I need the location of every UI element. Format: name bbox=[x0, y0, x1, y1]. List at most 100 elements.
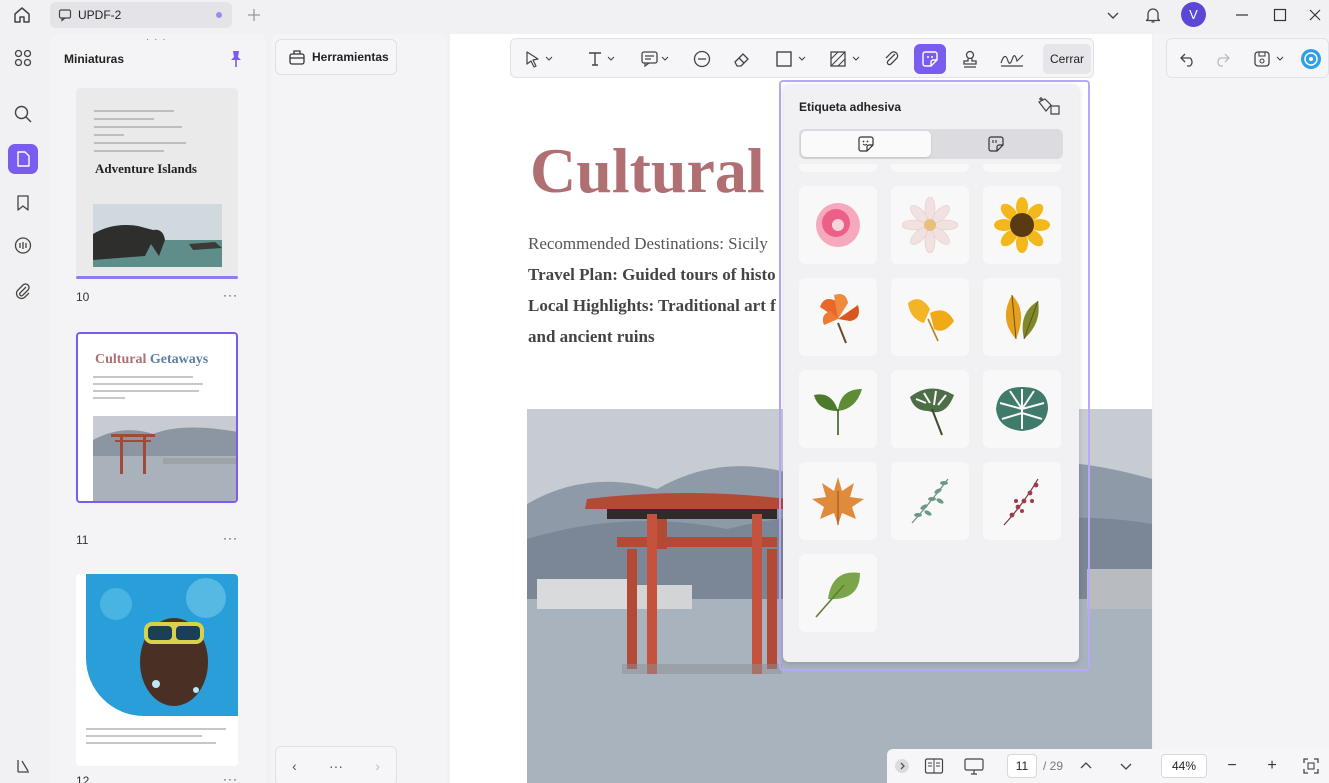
thumbnail-more-button[interactable]: ··· bbox=[223, 288, 238, 302]
signature-tool[interactable] bbox=[997, 44, 1027, 74]
thumbnail-page-number: 10 bbox=[76, 290, 90, 304]
text-tool[interactable] bbox=[581, 44, 621, 74]
sticker-partial[interactable] bbox=[891, 164, 969, 172]
zoom-out-button[interactable]: − bbox=[1221, 753, 1243, 779]
bookmarks-button[interactable] bbox=[8, 188, 38, 218]
add-sticker-button[interactable] bbox=[1037, 96, 1061, 116]
sticker-monstera-leaf[interactable] bbox=[891, 370, 969, 448]
apps-button[interactable] bbox=[8, 43, 38, 73]
tab-sticker-notes[interactable] bbox=[931, 131, 1061, 157]
tools-button[interactable]: Herramientas bbox=[275, 39, 397, 75]
thumbnails-button[interactable] bbox=[8, 144, 38, 174]
unsaved-dot bbox=[216, 12, 222, 18]
chevron-down-icon bbox=[1120, 763, 1132, 770]
sticker-green-leaf[interactable] bbox=[799, 370, 877, 448]
attach-tool[interactable] bbox=[879, 44, 905, 74]
sticker-eucalyptus-sprig[interactable] bbox=[891, 462, 969, 540]
chevron-down-icon bbox=[1107, 12, 1119, 19]
thumbnail-page-11[interactable]: Cultural Getaways bbox=[76, 332, 238, 503]
hatched-area-icon bbox=[830, 51, 860, 67]
sticker-ginkgo-leaf[interactable] bbox=[891, 278, 969, 356]
pin-button[interactable] bbox=[228, 50, 244, 68]
notifications-button[interactable] bbox=[1141, 4, 1165, 26]
shape-tool[interactable] bbox=[771, 44, 811, 74]
previous-page-button[interactable]: ‹ bbox=[292, 758, 297, 774]
thumbnail-more-button[interactable]: ··· bbox=[223, 772, 238, 783]
sticker-green-leaf-single[interactable] bbox=[799, 554, 877, 632]
user-avatar[interactable]: V bbox=[1181, 2, 1206, 27]
chevron-right-icon bbox=[895, 759, 909, 773]
stamp-tool[interactable] bbox=[957, 44, 983, 74]
select-tool[interactable] bbox=[519, 44, 559, 74]
layers-button[interactable] bbox=[8, 751, 38, 781]
home-button[interactable] bbox=[10, 4, 34, 26]
close-annotation-button[interactable]: Cerrar bbox=[1043, 44, 1091, 74]
sticker-tool[interactable] bbox=[914, 44, 946, 74]
zoom-level[interactable]: 44% bbox=[1161, 754, 1207, 778]
redo-button[interactable] bbox=[1209, 44, 1235, 74]
undo-button[interactable] bbox=[1175, 44, 1201, 74]
comment-tool[interactable] bbox=[635, 44, 675, 74]
document-title: Cultural bbox=[530, 135, 765, 206]
book-icon bbox=[924, 758, 944, 774]
sticker-maple-leaf[interactable] bbox=[799, 462, 877, 540]
maximize-button[interactable] bbox=[1268, 4, 1292, 26]
sticker-red-berry-sprig[interactable] bbox=[983, 462, 1061, 540]
next-page-button[interactable] bbox=[1115, 753, 1137, 779]
close-icon bbox=[1309, 9, 1321, 21]
callout-tool[interactable] bbox=[689, 44, 715, 74]
comment-icon bbox=[58, 9, 72, 22]
sticker-panel: Etiqueta adhesiva bbox=[779, 80, 1090, 671]
search-icon bbox=[14, 105, 32, 123]
close-window-button[interactable] bbox=[1303, 4, 1327, 26]
eraser-tool[interactable] bbox=[729, 44, 755, 74]
collapse-statusbar-button[interactable] bbox=[893, 753, 911, 779]
next-page-button[interactable]: › bbox=[375, 758, 380, 774]
sticker-pink-rose[interactable] bbox=[799, 186, 877, 264]
thumbnail-page-12[interactable] bbox=[76, 574, 238, 766]
sticker-monstera-large[interactable] bbox=[983, 370, 1061, 448]
page-more-button[interactable]: ··· bbox=[329, 758, 343, 774]
zoom-in-button[interactable]: + bbox=[1261, 753, 1283, 779]
pin-icon bbox=[231, 51, 241, 67]
paperclip-icon bbox=[885, 51, 899, 66]
diver-photo bbox=[86, 574, 238, 716]
document-tab[interactable]: UPDF-2 bbox=[50, 2, 232, 28]
minimize-button[interactable] bbox=[1230, 4, 1254, 26]
chevron-up-icon bbox=[1080, 762, 1092, 769]
panel-grip[interactable]: · · · bbox=[146, 34, 167, 45]
ai-assistant-button[interactable] bbox=[1298, 44, 1324, 74]
save-button[interactable] bbox=[1249, 44, 1289, 74]
sticker-sunflower[interactable] bbox=[983, 186, 1061, 264]
page-number-input[interactable]: 11 bbox=[1007, 754, 1037, 778]
document-line-3: Local Highlights: Traditional art f bbox=[528, 296, 776, 315]
area-tool[interactable] bbox=[825, 44, 865, 74]
sticker-white-gerbera[interactable] bbox=[891, 186, 969, 264]
annotation-toolbar: Cerrar bbox=[510, 38, 1094, 78]
thumbnails-title: Miniaturas bbox=[64, 52, 125, 66]
sticker-partial[interactable] bbox=[983, 164, 1061, 172]
previous-page-button[interactable] bbox=[1075, 753, 1097, 779]
sticker-autumn-leaves[interactable] bbox=[983, 278, 1061, 356]
thumbnail-page-10[interactable]: Adventure Islands bbox=[76, 88, 238, 278]
tab-sticker-images[interactable] bbox=[801, 131, 931, 157]
presentation-button[interactable] bbox=[961, 753, 987, 779]
sticker-partial[interactable] bbox=[799, 164, 877, 172]
thumbnail-more-button[interactable]: ··· bbox=[223, 531, 238, 545]
comments-button[interactable] bbox=[8, 231, 38, 261]
sticker-category-tabs bbox=[799, 129, 1063, 159]
page-layout-button[interactable] bbox=[921, 753, 947, 779]
paperclip-icon bbox=[15, 283, 30, 300]
status-bar: 11 / 29 44% − + bbox=[887, 749, 1329, 783]
fit-page-button[interactable] bbox=[1299, 753, 1323, 779]
undo-icon bbox=[1180, 53, 1193, 67]
attachments-button[interactable] bbox=[8, 276, 38, 306]
sticker-grid bbox=[799, 164, 1065, 662]
tabs-dropdown-button[interactable] bbox=[1101, 4, 1125, 26]
sticker-orange-lily[interactable] bbox=[799, 278, 877, 356]
search-button[interactable] bbox=[8, 99, 38, 129]
new-tab-button[interactable] bbox=[244, 5, 264, 25]
rectangle-icon bbox=[776, 51, 806, 67]
torii-photo bbox=[93, 416, 236, 501]
left-rail bbox=[0, 30, 48, 783]
